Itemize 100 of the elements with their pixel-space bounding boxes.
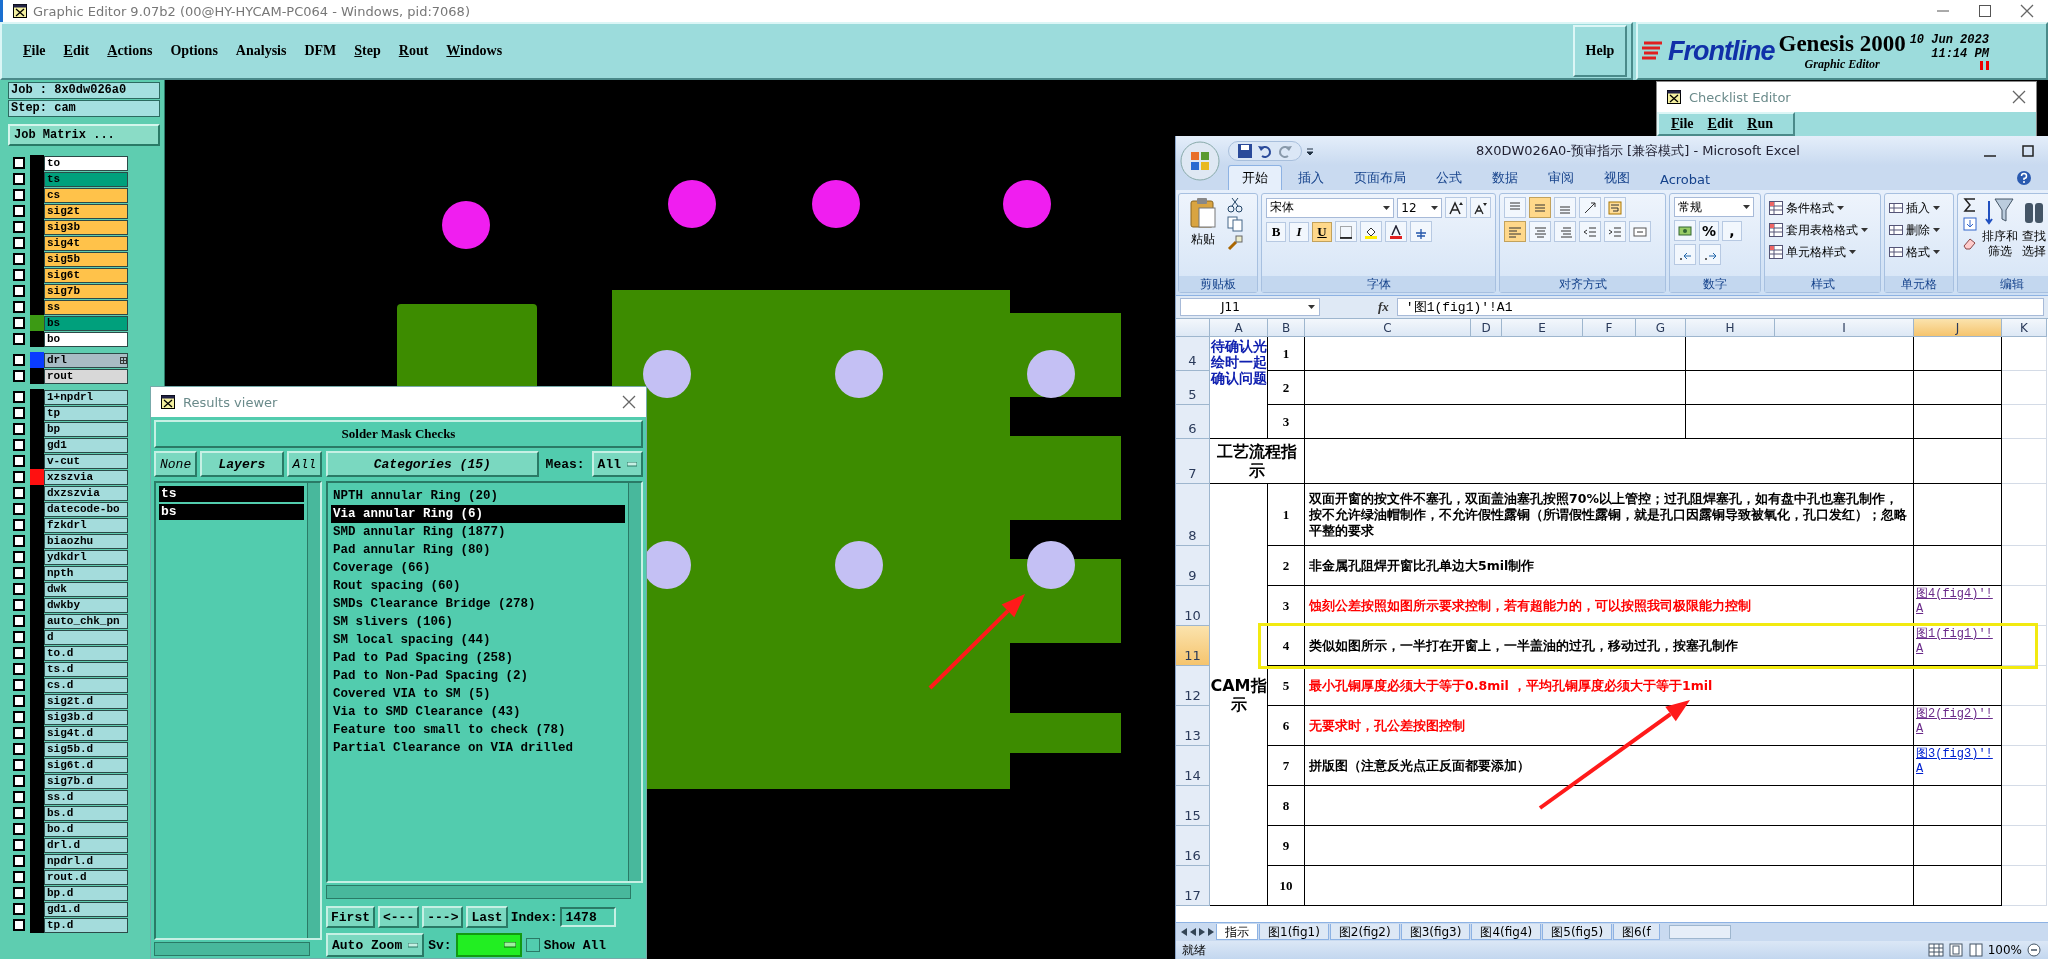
- column-header[interactable]: D: [1471, 319, 1502, 337]
- column-header[interactable]: K: [2002, 319, 2047, 337]
- page-layout-icon[interactable]: [1947, 942, 1964, 958]
- layer-checkbox[interactable]: [13, 439, 25, 451]
- row-header[interactable]: 11: [1176, 626, 1210, 666]
- close-icon[interactable]: [2020, 4, 2034, 18]
- nav-button[interactable]: First: [326, 906, 375, 928]
- layer-checkbox[interactable]: [13, 855, 25, 867]
- layer-name[interactable]: sig7b: [44, 283, 128, 299]
- category-item[interactable]: NPTH annular Ring (20): [331, 487, 625, 505]
- font-size-field[interactable]: 12: [1397, 197, 1443, 218]
- empty-cell[interactable]: [1686, 405, 1914, 439]
- ribbon-tab[interactable]: 公式: [1422, 165, 1476, 190]
- layer-name[interactable]: rout.d: [44, 869, 128, 885]
- column-header[interactable]: B: [1268, 319, 1305, 337]
- layer-filter-button[interactable]: All: [286, 451, 322, 477]
- layer-checkbox[interactable]: [13, 535, 25, 547]
- percent-button[interactable]: %: [1699, 220, 1719, 241]
- scissors-icon[interactable]: [1227, 197, 1243, 213]
- layer-checkbox[interactable]: [13, 237, 25, 249]
- layer-name[interactable]: rout: [44, 368, 128, 384]
- paste-button[interactable]: 粘贴: [1183, 197, 1223, 273]
- layer-checkbox[interactable]: [13, 269, 25, 281]
- layer-name[interactable]: sig5b: [44, 251, 128, 267]
- layer-checkbox[interactable]: [13, 807, 25, 819]
- maximize-icon[interactable]: [1978, 4, 1992, 18]
- increase-decimal-icon[interactable]: [1674, 244, 1696, 265]
- category-item[interactable]: Pad to Pad Spacing (258): [331, 649, 625, 667]
- empty-cell[interactable]: [1305, 337, 1686, 371]
- row-header[interactable]: 10: [1176, 586, 1210, 626]
- layer-checkbox[interactable]: [13, 663, 25, 675]
- normal-view-icon[interactable]: [1927, 942, 1944, 958]
- layer-checkbox[interactable]: [13, 759, 25, 771]
- layer-checkbox[interactable]: [13, 695, 25, 707]
- layer-name[interactable]: 1+npdrl: [44, 389, 128, 405]
- currency-icon[interactable]: [1674, 220, 1696, 241]
- layer-name[interactable]: drl.d: [44, 837, 128, 853]
- layer-name[interactable]: dwkby: [44, 597, 128, 613]
- row-header[interactable]: 14: [1176, 746, 1210, 786]
- vertical-align-icon[interactable]: [1504, 197, 1526, 218]
- layer-checkbox[interactable]: [13, 823, 25, 835]
- layer-name[interactable]: gd1.d: [44, 901, 128, 917]
- row-header[interactable]: 15: [1176, 786, 1210, 826]
- layer-checkbox[interactable]: [13, 903, 25, 915]
- layer-name[interactable]: sig4t.d: [44, 725, 128, 741]
- wrap-text-icon[interactable]: [1604, 197, 1626, 218]
- empty-cell[interactable]: [1305, 826, 1914, 866]
- formula-field[interactable]: '图1(fig1)'!A1: [1396, 298, 2044, 316]
- font-color-icon[interactable]: [1385, 221, 1407, 242]
- layer-checkbox[interactable]: [13, 871, 25, 883]
- row-header[interactable]: 7: [1176, 439, 1210, 484]
- menu-item[interactable]: Run: [1747, 116, 1773, 132]
- cell-menu-button[interactable]: 删除: [1889, 219, 1949, 241]
- layer-checkbox[interactable]: [13, 391, 25, 403]
- nav-button[interactable]: Last: [466, 906, 508, 928]
- layer-checkbox[interactable]: [13, 301, 25, 313]
- comma-button[interactable]: ,: [1722, 220, 1742, 241]
- scrollbar[interactable]: [307, 483, 320, 938]
- row-header[interactable]: 6: [1176, 405, 1210, 439]
- layer-checkbox[interactable]: [13, 354, 25, 366]
- empty-cell[interactable]: [1686, 337, 1914, 371]
- empty-cell[interactable]: [1914, 546, 2002, 586]
- layer-name[interactable]: fzkdrl: [44, 517, 128, 533]
- empty-cell[interactable]: [1914, 666, 2002, 706]
- layer-name[interactable]: sig6t.d: [44, 757, 128, 773]
- empty-cell[interactable]: [1914, 484, 2002, 546]
- layer-name[interactable]: npth: [44, 565, 128, 581]
- layer-checkbox[interactable]: [13, 679, 25, 691]
- save-icon[interactable]: [1237, 142, 1253, 159]
- layer-name[interactable]: sig5b.d: [44, 741, 128, 757]
- ribbon-tab[interactable]: 页面布局: [1340, 165, 1420, 190]
- empty-cell[interactable]: [1914, 866, 2002, 906]
- category-item[interactable]: SMDs Clearance Bridge (278): [331, 595, 625, 613]
- layer-name[interactable]: v-cut: [44, 453, 128, 469]
- style-menu-button[interactable]: 套用表格格式: [1769, 219, 1876, 241]
- layer-name[interactable]: cs.d: [44, 677, 128, 693]
- sum-icon[interactable]: [1962, 197, 1978, 213]
- layer-filter-button[interactable]: Layers: [200, 451, 284, 477]
- layer-checkbox[interactable]: [13, 647, 25, 659]
- category-item[interactable]: Pad annular Ring (80): [331, 541, 625, 559]
- layer-checkbox[interactable]: [13, 157, 25, 169]
- number-format-field[interactable]: 常规: [1674, 197, 1754, 217]
- row-header[interactable]: 16: [1176, 826, 1210, 866]
- empty-cell[interactable]: [1305, 405, 1686, 439]
- layer-checkbox[interactable]: [13, 567, 25, 579]
- meas-dropdown[interactable]: All: [591, 451, 643, 477]
- menu-item[interactable]: DFM: [295, 40, 346, 62]
- categories-button[interactable]: Categories (15): [326, 451, 539, 477]
- category-item[interactable]: Partial Clearance on VIA drilled: [331, 739, 625, 757]
- sheet-tab[interactable]: 图2(fig2): [1329, 924, 1400, 940]
- column-header[interactable]: E: [1502, 319, 1583, 337]
- page-break-icon[interactable]: [1967, 942, 1984, 958]
- horizontal-align-icon[interactable]: [1504, 221, 1526, 242]
- layer-list-item[interactable]: ts: [159, 486, 304, 502]
- layer-checkbox[interactable]: [13, 423, 25, 435]
- layer-checkbox[interactable]: [13, 887, 25, 899]
- layer-name[interactable]: dwk: [44, 581, 128, 597]
- empty-cell[interactable]: [1305, 866, 1914, 906]
- category-item[interactable]: Coverage (66): [331, 559, 625, 577]
- row-header[interactable]: 4: [1176, 337, 1210, 371]
